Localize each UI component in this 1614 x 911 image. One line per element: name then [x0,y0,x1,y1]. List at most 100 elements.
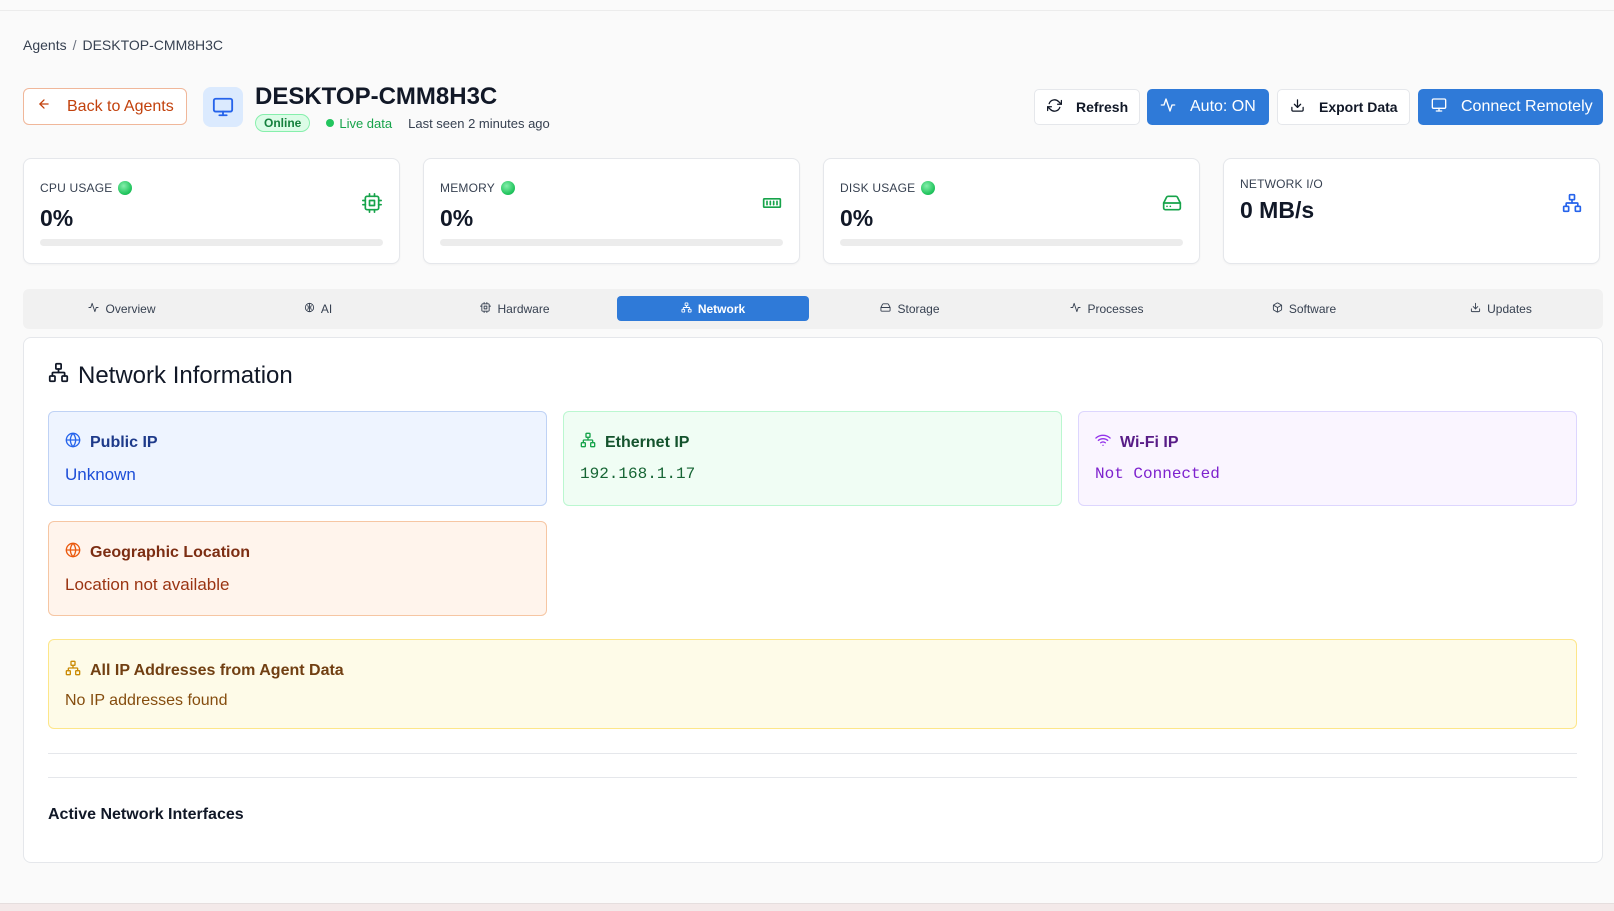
tab-ai-label: AI [320,301,333,316]
public-ip-value: Unknown [65,465,136,484]
network-information-title: Network Information [78,362,293,389]
wifi-ip-label: Wi-Fi IP [1120,433,1179,451]
network-icon [580,432,596,453]
disk-usage-value: 0% [840,205,874,231]
divider [48,777,1577,778]
disk-usage-progress-bar [840,239,1183,246]
network-icon [65,660,81,681]
tab-ai[interactable]: AI [222,296,414,321]
download-icon [1290,98,1305,116]
cpu-usage-value: 0% [40,205,74,231]
public-ip-title-row: Public IP [65,432,158,453]
tab-updates-label: Updates [1487,301,1532,316]
all-ip-addresses-label: All IP Addresses from Agent Data [90,661,344,679]
wifi-ip-value: Not Connected [1095,465,1220,483]
cpu-usage-label: CPU USAGE [40,181,113,195]
disk-usage-label: DISK USAGE [840,181,916,195]
package-icon [1272,301,1283,316]
disk-usage-card: DISK USAGE 0% [823,158,1200,264]
tab-network[interactable]: Network [617,296,809,321]
active-network-interfaces-title: Active Network Interfaces [48,806,244,823]
wifi-ip-title-row: Wi-Fi IP [1095,432,1179,453]
panel-title: Network Information [48,362,293,390]
tab-software[interactable]: Software [1208,296,1400,321]
hard-drive-icon [880,302,892,316]
cpu-usage-progress-bar [40,239,383,246]
public-ip-label: Public IP [90,433,158,451]
brain-icon [304,302,315,316]
ethernet-ip-label: Ethernet IP [605,433,690,451]
tab-overview[interactable]: Overview [26,296,218,321]
tab-storage-label: Storage [897,301,940,316]
activity-icon [1160,97,1176,118]
network-io-label: NETWORK I/O [1240,177,1323,191]
arrow-left-icon [37,97,51,116]
breadcrumb-agents-link[interactable]: Agents [23,37,67,53]
status-dot-icon [500,181,515,195]
tab-processes[interactable]: Processes [1011,296,1203,321]
cpu-icon [362,193,382,218]
memory-card: MEMORY 0% [423,158,800,264]
all-ip-addresses-value: No IP addresses found [65,692,228,709]
auto-refresh-toggle[interactable]: Auto: ON [1147,89,1269,125]
auto-refresh-label: Auto: ON [1190,98,1256,115]
live-data-label: Live data [339,115,393,131]
monitor-icon [1431,97,1447,118]
connect-remotely-label: Connect Remotely [1461,98,1593,115]
live-data-indicator: Live data [326,116,392,131]
status-badge: Online [255,114,311,132]
memory-value: 0% [440,205,474,231]
network-io-card: NETWORK I/O 0 MB/s [1223,158,1600,264]
ethernet-ip-value: 192.168.1.17 [580,465,696,483]
geographic-location-card: Geographic Location Location not availab… [48,521,547,616]
breadcrumb-current: DESKTOP-CMM8H3C [82,37,224,53]
memory-label: MEMORY [440,181,495,195]
memory-stick-icon [762,193,782,218]
all-ip-addresses-card: All IP Addresses from Agent Data No IP a… [48,639,1577,729]
tab-updates[interactable]: Updates [1405,296,1597,321]
globe-icon [65,432,81,453]
network-information-panel: Network Information Public IP Unknown Et… [23,337,1603,863]
connect-remotely-button[interactable]: Connect Remotely [1418,89,1603,125]
ethernet-ip-title-row: Ethernet IP [580,432,689,453]
geographic-location-label: Geographic Location [90,543,251,561]
tab-hardware[interactable]: Hardware [419,296,611,321]
last-seen-text: Last seen 2 minutes ago [408,115,550,131]
network-icon [681,301,692,316]
geographic-location-value: Location not available [65,575,230,594]
network-icon [1562,193,1582,218]
refresh-icon [1047,98,1062,116]
status-dot-icon [921,181,936,195]
back-to-agents-label: Back to Agents [67,97,174,115]
memory-progress-bar [440,239,783,246]
tab-overview-label: Overview [105,301,156,316]
bottom-border [0,903,1614,911]
monitor-icon [203,87,243,127]
download-icon [1470,302,1481,316]
tab-network-label: Network [697,301,746,316]
memory-label-row: MEMORY [440,181,515,195]
refresh-label: Refresh [1076,99,1129,115]
back-to-agents-button[interactable]: Back to Agents [23,88,187,125]
breadcrumb-separator: / [72,37,77,53]
refresh-button[interactable]: Refresh [1034,89,1140,125]
tab-processes-label: Processes [1087,301,1144,316]
divider [48,753,1577,754]
public-ip-card: Public IP Unknown [48,411,547,506]
network-icon [48,362,69,390]
geographic-location-title-row: Geographic Location [65,542,250,563]
cpu-icon [480,301,492,316]
breadcrumb: Agents / DESKTOP-CMM8H3C [23,37,223,53]
status-dot-icon [118,181,133,195]
hard-drive-icon [1162,193,1182,218]
live-dot-icon [326,119,335,127]
globe-icon [65,542,81,563]
export-data-button[interactable]: Export Data [1277,89,1410,125]
wifi-ip-card: Wi-Fi IP Not Connected [1078,411,1577,506]
tab-software-label: Software [1288,301,1337,316]
tab-storage[interactable]: Storage [814,296,1006,321]
tab-hardware-label: Hardware [497,301,550,316]
status-row: Online Live data Last seen 2 minutes ago [255,114,550,132]
activity-icon [88,302,100,316]
page-title: DESKTOP-CMM8H3C [255,83,498,110]
